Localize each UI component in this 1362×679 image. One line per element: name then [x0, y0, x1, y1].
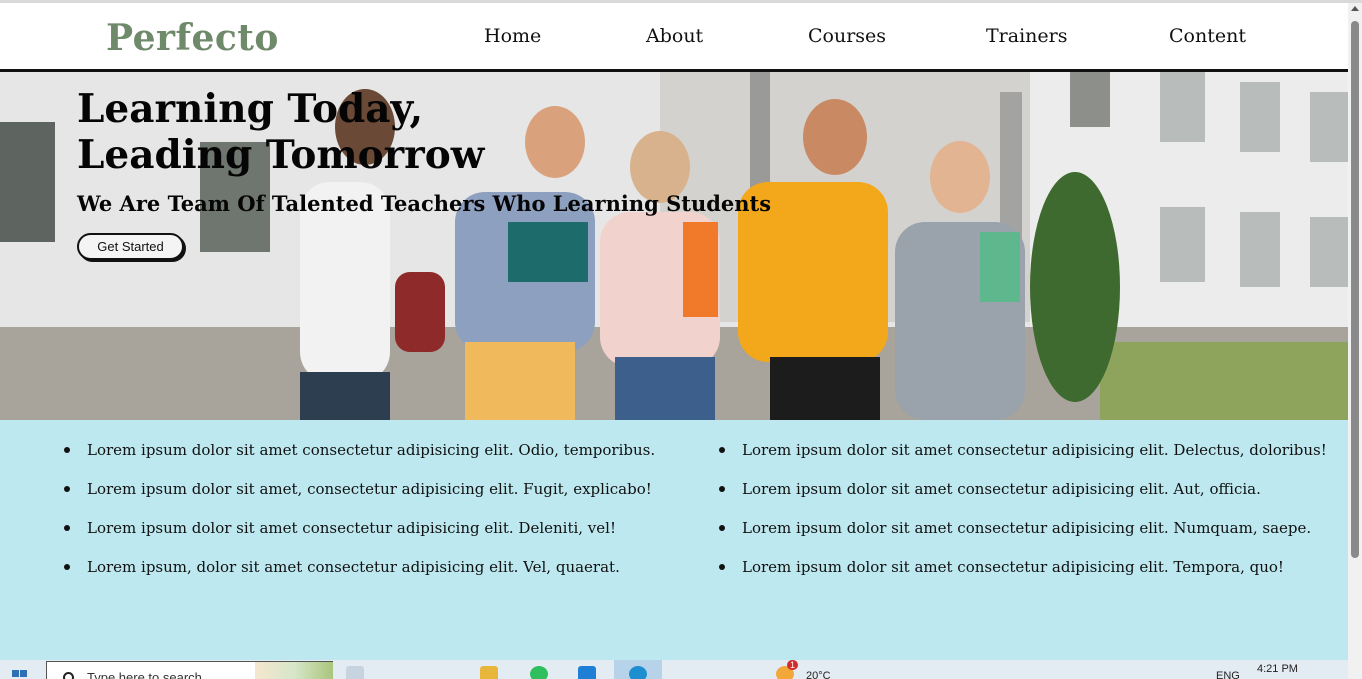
list-item: Lorem ipsum dolor sit amet consectetur a…	[717, 556, 1327, 595]
list-item: Lorem ipsum dolor sit amet consectetur a…	[62, 439, 655, 478]
vscode-icon[interactable]	[578, 666, 596, 679]
nav-link-home[interactable]: Home	[484, 25, 541, 47]
list-item: Lorem ipsum dolor sit amet consectetur a…	[717, 478, 1327, 517]
notification-badge: 1	[787, 660, 799, 670]
hero-title-line2: Leading Tomorrow	[77, 132, 485, 178]
search-highlight-image	[255, 662, 333, 679]
scroll-up-arrow-icon[interactable]	[1351, 6, 1359, 11]
list-item: Lorem ipsum dolor sit amet consectetur a…	[717, 439, 1327, 478]
list-item: Lorem ipsum dolor sit amet consectetur a…	[62, 517, 655, 556]
hero-title-line1: Learning Today,	[77, 86, 424, 132]
windows-taskbar: Type here to search 1 20°C ENG 4:21 PM	[0, 660, 1348, 679]
weather-temperature[interactable]: 20°C	[806, 670, 831, 679]
features-list-left: Lorem ipsum dolor sit amet consectetur a…	[62, 439, 655, 595]
features-list-right: Lorem ipsum dolor sit amet consectetur a…	[717, 439, 1327, 595]
taskbar-search-placeholder: Type here to search	[87, 670, 202, 679]
nav-link-content[interactable]: Content	[1169, 25, 1246, 47]
get-started-button[interactable]: Get Started	[77, 233, 184, 260]
clock-time[interactable]: 4:21 PM	[1257, 663, 1298, 675]
brand-logo[interactable]: Perfecto	[106, 17, 279, 59]
taskbar-search-box[interactable]: Type here to search	[46, 661, 333, 679]
language-indicator[interactable]: ENG	[1216, 670, 1240, 679]
file-explorer-icon[interactable]	[480, 666, 498, 679]
nav-link-courses[interactable]: Courses	[808, 25, 886, 47]
list-item: Lorem ipsum, dolor sit amet consectetur …	[62, 556, 655, 595]
hero-title: Learning Today, Leading Tomorrow	[77, 86, 597, 178]
windows-start-icon[interactable]	[12, 670, 28, 679]
hero-section: Learning Today, Leading Tomorrow We Are …	[0, 72, 1348, 420]
features-section: Lorem ipsum dolor sit amet consectetur a…	[0, 420, 1348, 660]
search-icon	[63, 672, 74, 679]
list-item: Lorem ipsum dolor sit amet, consectetur …	[62, 478, 655, 517]
list-item: Lorem ipsum dolor sit amet consectetur a…	[717, 517, 1327, 556]
whatsapp-icon[interactable]	[530, 666, 548, 679]
edge-icon	[629, 666, 647, 679]
navbar: Perfecto Home About Courses Trainers Con…	[0, 3, 1348, 70]
taskbar-active-app[interactable]	[614, 660, 662, 679]
vertical-scrollbar[interactable]	[1348, 3, 1362, 679]
nav-link-about[interactable]: About	[646, 25, 703, 47]
hero-subtitle: We Are Team Of Talented Teachers Who Lea…	[77, 191, 772, 216]
task-view-icon[interactable]	[346, 666, 364, 679]
scrollbar-thumb[interactable]	[1351, 21, 1359, 558]
nav-link-trainers[interactable]: Trainers	[986, 25, 1067, 47]
